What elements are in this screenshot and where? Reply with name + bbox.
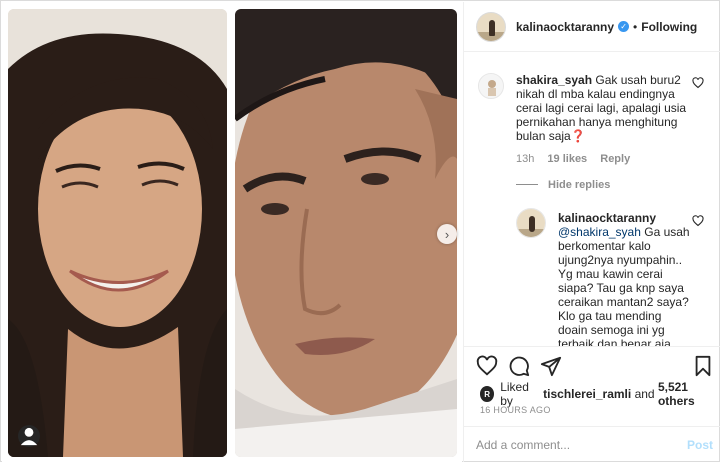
likes-prefix: Liked by — [500, 380, 529, 408]
photo-woman — [8, 9, 227, 457]
reply-author-avatar[interactable] — [516, 208, 546, 238]
mention-link[interactable]: @shakira_syah — [558, 225, 641, 239]
liker-username[interactable]: tischlerei_ramli — [543, 387, 631, 401]
action-bar — [464, 346, 720, 377]
photo-man — [235, 9, 457, 457]
bookmark-icon[interactable] — [692, 355, 714, 377]
post-timestamp[interactable]: 16 HOURS AGO — [480, 405, 551, 415]
comment-text: shakira_syah Gak usah buru2 nikah dl mba… — [516, 73, 692, 143]
reply-button[interactable]: Reply — [600, 153, 630, 165]
separator-dot: • — [633, 19, 638, 34]
comments-list[interactable]: shakira_syah Gak usah buru2 nikah dl mba… — [464, 53, 720, 346]
heart-icon[interactable] — [476, 355, 498, 377]
post-sidebar: kalinaocktaranny ✓ • Following shakira_s… — [463, 2, 720, 462]
author-avatar[interactable] — [476, 11, 506, 42]
comment-item: shakira_syah Gak usah buru2 nikah dl mba… — [464, 53, 720, 193]
likes-others[interactable]: 5,521 others — [658, 380, 720, 408]
post-media: › — [2, 2, 462, 462]
liker-avatar[interactable]: R — [480, 386, 495, 402]
reply-like-icon[interactable] — [692, 215, 704, 227]
instagram-post-modal: › kalinaocktaranny ✓ • Following shakira… — [0, 0, 720, 462]
share-icon[interactable] — [540, 355, 562, 377]
hide-replies-button[interactable]: Hide replies — [548, 179, 610, 191]
likes-summary: R Liked by tischlerei_ramli and 5,521 ot… — [480, 380, 720, 408]
comment-likes[interactable]: 19 likes — [547, 153, 587, 165]
post-button[interactable]: Post — [687, 438, 713, 452]
reply-body: Ga usah berkomentar kalo ujung2nya nyump… — [558, 225, 690, 346]
reply-text: kalinaocktaranny @shakira_syah Ga usah b… — [558, 211, 692, 346]
add-comment-input[interactable] — [476, 437, 666, 453]
author-username[interactable]: kalinaocktaranny — [516, 20, 614, 34]
comment-time: 13h — [516, 153, 535, 165]
divider — [516, 184, 538, 185]
likes-and: and — [634, 387, 655, 401]
chevron-right-icon[interactable]: › — [437, 224, 457, 244]
comment-icon[interactable] — [508, 355, 530, 377]
verified-badge-icon: ✓ — [618, 21, 630, 32]
post-header: kalinaocktaranny ✓ • Following — [464, 2, 720, 52]
user-tag-icon[interactable] — [18, 425, 40, 447]
following-button[interactable]: Following — [641, 20, 697, 34]
comment-meta: 13h 19 likes Reply — [516, 153, 640, 165]
add-comment-bar: Post — [464, 426, 720, 462]
comment-like-icon[interactable] — [692, 77, 704, 89]
reply-username[interactable]: kalinaocktaranny — [558, 211, 656, 225]
reply-item: kalinaocktaranny @shakira_syah Ga usah b… — [464, 203, 720, 346]
comment-username[interactable]: shakira_syah — [516, 73, 592, 87]
commenter-avatar[interactable] — [478, 73, 504, 99]
